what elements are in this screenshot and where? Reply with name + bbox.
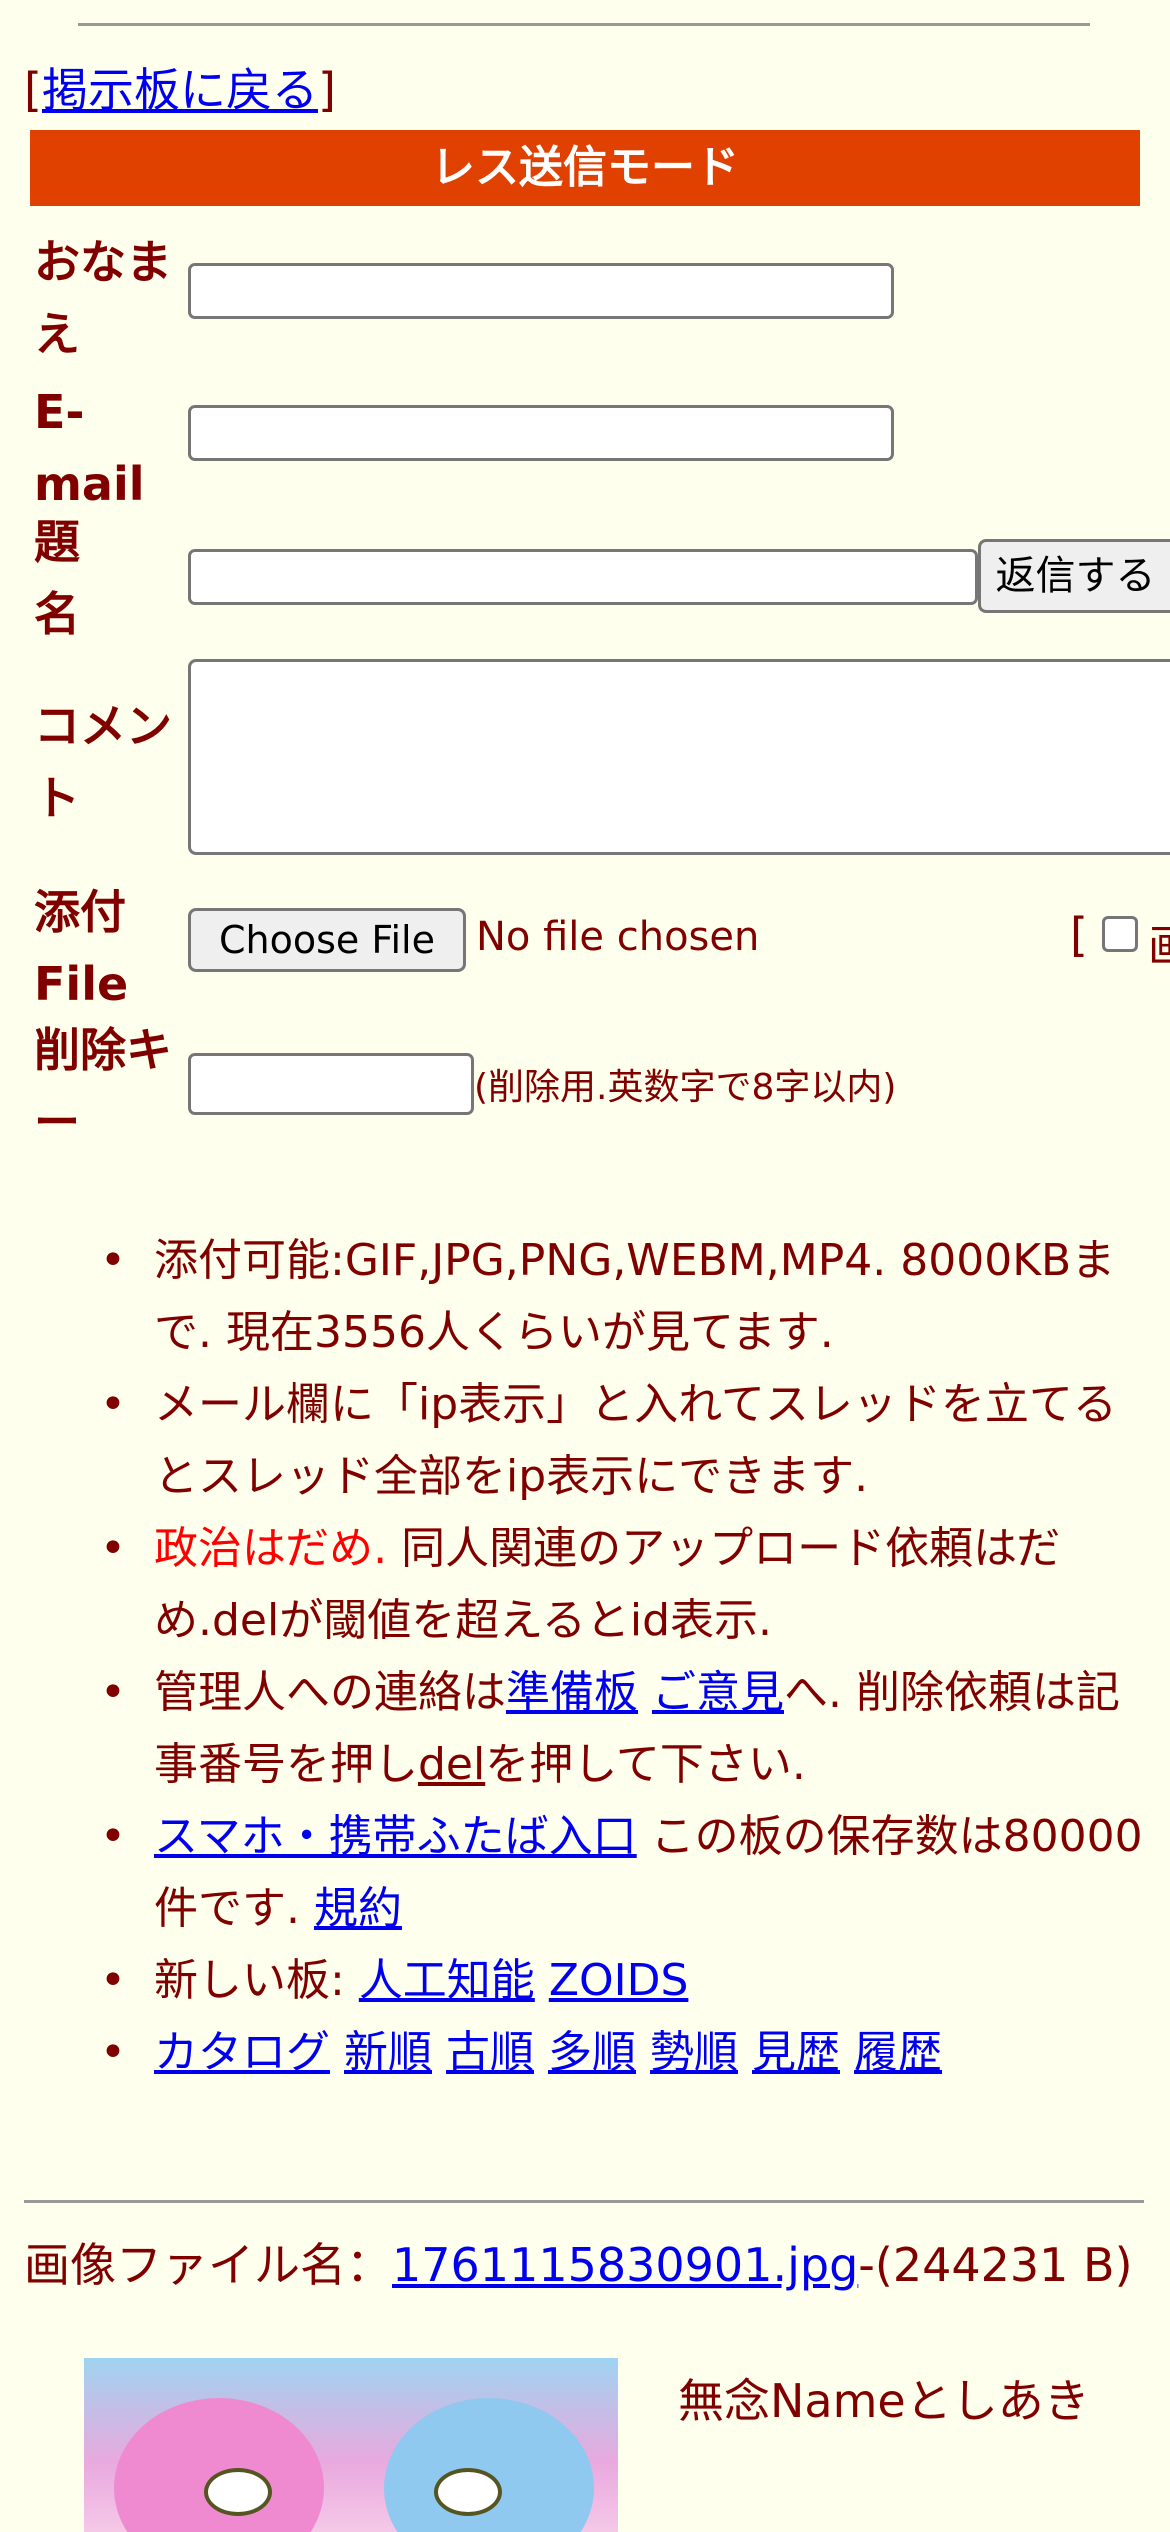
image-option-label: 画 [1148,910,1170,974]
no-file-chosen-text: No file chosen [476,914,760,960]
reply-button[interactable]: 返信する [978,539,1170,613]
email-input[interactable] [188,405,894,461]
post-file-info: 画像ファイル名：1761115830901.jpg-(244231 B) [24,2238,1133,2292]
smartphone-entrance-link[interactable]: スマホ・携帯ふたば入口 [154,1811,637,1862]
list-item: カタログ 新順 古順 多順 勢順 見歴 履歴 [90,2017,1160,2089]
politics-warning: 政治はだめ. [154,1523,388,1574]
section-divider [24,2200,1144,2203]
list-item: 政治はだめ. 同人関連のアップロード依頼はだめ.delが閾値を超えるとid表示. [90,1513,1160,1657]
post-image-link[interactable]: 1761115830901.jpg [392,2238,858,2292]
comment-textarea[interactable] [188,659,1170,855]
top-divider [78,23,1090,26]
prep-board-link[interactable]: 準備板 [506,1667,638,1718]
sort-link[interactable]: 勢順 [650,2027,738,2078]
back-link-container: [掲示板に戻る] [24,63,336,117]
feedback-link[interactable]: ご意見 [652,1667,784,1718]
list-item: 添付可能:GIF,JPG,PNG,WEBM,MP4. 8000KBまで. 現在3… [90,1225,1160,1369]
delete-key-input[interactable] [188,1053,474,1115]
choose-file-button[interactable]: Choose File [188,908,466,972]
poster-name: 無念Nameとしあき [678,2374,1090,2428]
subject-label: 題名 [34,515,80,641]
comment-label: コメント [34,699,172,825]
sort-link[interactable]: 新順 [344,2027,432,2078]
name-input[interactable] [188,263,894,319]
image-option-bracket: [ [1070,908,1088,962]
email-label: E-mail [34,385,145,511]
list-item: 管理人への連絡は準備板 ご意見へ. 削除依頼は記事番号を押しdelを押して下さい… [90,1657,1160,1801]
zoids-board-link[interactable]: ZOIDS [549,1955,689,2006]
reply-mode-banner: レス送信モード [30,130,1140,206]
subject-input[interactable] [188,549,978,605]
list-item: スマホ・携帯ふたば入口 この板の保存数は80000件です. 規約 [90,1801,1160,1945]
rules-link[interactable]: 規約 [314,1883,402,1934]
name-label: おなまえ [34,235,172,361]
post-thumbnail-image[interactable] [84,2358,618,2532]
sort-link[interactable]: 見歴 [752,2027,840,2078]
ai-board-link[interactable]: 人工知能 [359,1955,535,2006]
board-notes-list: 添付可能:GIF,JPG,PNG,WEBM,MP4. 8000KBまで. 現在3… [90,1225,1160,2089]
back-to-board-link[interactable]: 掲示板に戻る [42,63,318,117]
list-item: メール欄に「ip表示」と入れてスレッドを立てるとスレッド全部をip表示にできます… [90,1369,1160,1513]
sort-link[interactable]: カタログ [154,2027,330,2078]
file-label: 添付File [34,885,129,1011]
list-item: 新しい板: 人工知能 ZOIDS [90,1945,1160,2017]
sort-link[interactable]: 履歴 [854,2027,942,2078]
sort-link[interactable]: 多順 [548,2027,636,2078]
delete-key-label: 削除キー [34,1023,172,1149]
image-only-checkbox[interactable] [1102,916,1138,952]
del-text: del [418,1739,486,1790]
sort-link[interactable]: 古順 [446,2027,534,2078]
delete-key-note: (削除用.英数字で8字以内) [474,1067,897,1108]
